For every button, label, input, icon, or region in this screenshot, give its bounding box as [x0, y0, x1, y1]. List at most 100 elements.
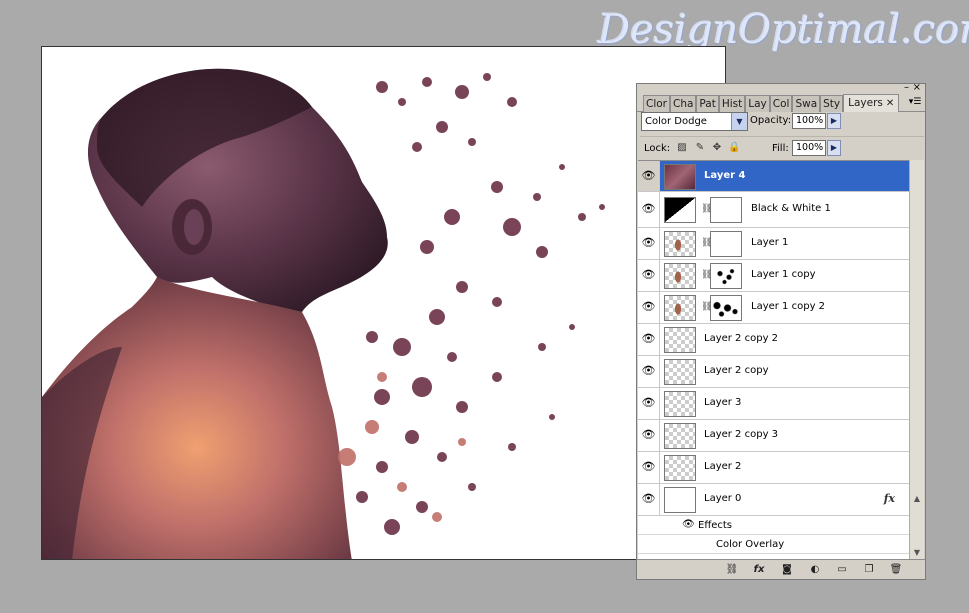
blend-row: Color Dodge ▼ Opacity: 100% ▶: [640, 112, 924, 134]
layer-row[interactable]: 👁 ⛓ Layer 1 copy 2: [638, 292, 909, 324]
layer-name: Layer 2: [704, 461, 742, 472]
layers-panel: – × Clor Cha Pat Hist Lay Col Swa Sty La…: [636, 82, 926, 580]
eye-icon[interactable]: 👁: [638, 292, 660, 323]
fill-label: Fill:: [772, 143, 789, 154]
eye-icon[interactable]: 👁: [638, 260, 660, 291]
panel-title-bar: – ×: [637, 82, 925, 94]
tab-paths[interactable]: Pat: [696, 95, 719, 112]
layer-row[interactable]: 👁 Layer 2 copy 3: [638, 420, 909, 452]
layer-row[interactable]: 👁 Layer 2 copy 2: [638, 324, 909, 356]
tab-close-icon[interactable]: ✕: [886, 98, 894, 109]
panel-tabs: Clor Cha Pat Hist Lay Col Swa Sty Layers…: [637, 94, 925, 112]
tab-layers[interactable]: Layers ✕: [843, 94, 900, 112]
trash-icon[interactable]: 🗑: [889, 563, 903, 577]
layers-bottom-bar: ⛓ fx ◙ ◐ ▭ ❐ 🗑: [637, 559, 925, 579]
tab-color-2[interactable]: Col: [769, 95, 793, 112]
eye-icon[interactable]: 👁: [638, 228, 660, 259]
add-layer-style-icon[interactable]: fx: [752, 563, 766, 577]
layer-thumbnail: [664, 423, 696, 449]
eye-icon[interactable]: 👁: [638, 452, 660, 483]
tab-layer-comps[interactable]: Lay: [745, 95, 770, 112]
opacity-slider-arrow-icon[interactable]: ▶: [827, 113, 841, 129]
eye-icon[interactable]: 👁: [638, 356, 660, 387]
lock-row: Lock: ▨ ✎ ✥ 🔒 Fill: 100% ▶: [640, 136, 924, 158]
layer-name: Layer 2 copy 2: [704, 333, 779, 344]
chevron-down-icon[interactable]: ▼: [731, 113, 747, 130]
layer-row[interactable]: 👁 Layer 3: [638, 388, 909, 420]
layer-thumbnail: [664, 231, 696, 257]
tab-color[interactable]: Clor: [643, 95, 670, 112]
layer-name: Layer 1: [751, 237, 789, 248]
eye-icon[interactable]: 👁: [638, 161, 660, 191]
layer-name: Layer 0: [704, 493, 742, 504]
layer-row[interactable]: 👁 Layer 0 fx: [638, 484, 909, 516]
eye-icon[interactable]: 👁: [638, 484, 660, 515]
panel-menu-icon[interactable]: ▾☰: [908, 97, 922, 107]
fx-icon[interactable]: fx: [884, 492, 895, 505]
link-layers-icon[interactable]: ⛓: [725, 563, 739, 577]
layer-mask-thumbnail[interactable]: [710, 295, 742, 321]
eye-icon[interactable]: 👁: [638, 388, 660, 419]
eye-icon[interactable]: 👁: [682, 519, 695, 530]
tab-channels[interactable]: Cha: [670, 95, 697, 112]
layer-row[interactable]: 👁 Layer 2 copy: [638, 356, 909, 388]
layer-name: Layer 2 copy 3: [704, 429, 779, 440]
eye-icon[interactable]: 👁: [638, 324, 660, 355]
layer-name: Layer 3: [704, 397, 742, 408]
layer-name: Layer 1 copy 2: [751, 301, 826, 312]
new-layer-icon[interactable]: ❐: [862, 563, 876, 577]
document-canvas[interactable]: [41, 46, 726, 560]
tab-swatches[interactable]: Swa: [792, 95, 821, 112]
lock-transparent-icon[interactable]: ▨: [676, 142, 688, 154]
layer-thumbnail: [664, 263, 696, 289]
portrait-artwork: [42, 68, 605, 559]
tab-history[interactable]: Hist: [718, 95, 746, 112]
layers-scrollbar[interactable]: ▲ ▼: [909, 160, 924, 560]
layer-name: Layer 4: [704, 170, 746, 181]
layer-mask-thumbnail[interactable]: [710, 197, 742, 223]
layer-row[interactable]: 👁 ⛓ Layer 1: [638, 228, 909, 260]
opacity-label: Opacity:: [750, 115, 792, 126]
layer-name: Black & White 1: [751, 203, 831, 214]
minimize-icon[interactable]: –: [904, 82, 909, 93]
layer-mask-thumbnail[interactable]: [710, 263, 742, 289]
scroll-up-icon[interactable]: ▲: [910, 492, 924, 506]
layer-thumbnail: [664, 295, 696, 321]
fill-field[interactable]: 100%: [792, 140, 826, 156]
fill-slider-arrow-icon[interactable]: ▶: [827, 140, 841, 156]
brush-icon[interactable]: ✎: [694, 142, 706, 154]
move-icon[interactable]: ✥: [711, 142, 723, 154]
layer-thumbnail: [664, 164, 696, 190]
layer-thumbnail: [664, 455, 696, 481]
eye-icon[interactable]: 👁: [638, 420, 660, 451]
layer-row[interactable]: 👁 Layer 2: [638, 452, 909, 484]
opacity-field[interactable]: 100%: [792, 113, 826, 129]
layer-thumbnail: [664, 359, 696, 385]
blend-mode-value: Color Dodge: [645, 116, 707, 127]
scroll-down-icon[interactable]: ▼: [910, 546, 924, 560]
effects-row[interactable]: 👁 Effects: [638, 516, 909, 535]
effect-item-row[interactable]: Color Overlay: [638, 535, 909, 554]
close-icon[interactable]: ×: [913, 82, 921, 93]
tab-styles[interactable]: Sty: [820, 95, 844, 112]
tab-layers-label: Layers: [848, 97, 883, 109]
layer-thumbnail: [664, 487, 696, 513]
new-group-icon[interactable]: ▭: [835, 563, 849, 577]
effect-item-label: Color Overlay: [716, 539, 785, 550]
lock-label: Lock:: [644, 143, 671, 154]
layer-row[interactable]: 👁 Layer 4: [638, 161, 909, 192]
lock-icon[interactable]: 🔒: [728, 142, 740, 154]
blend-mode-select[interactable]: Color Dodge ▼: [641, 112, 748, 131]
layer-row[interactable]: 👁 ⛓ Black & White 1: [638, 192, 909, 228]
layers-list: 👁 Layer 4 👁 ⛓ Black & White 1 👁 ⛓ Layer …: [638, 160, 909, 560]
layer-name: Layer 2 copy: [704, 365, 769, 376]
add-mask-icon[interactable]: ◙: [780, 563, 794, 577]
layer-thumbnail: [664, 327, 696, 353]
layer-mask-thumbnail[interactable]: [710, 231, 742, 257]
adjustment-thumbnail: [664, 197, 696, 223]
layer-name: Layer 1 copy: [751, 269, 816, 280]
eye-icon[interactable]: 👁: [638, 192, 660, 227]
layer-row[interactable]: 👁 ⛓ Layer 1 copy: [638, 260, 909, 292]
effects-label: Effects: [698, 520, 732, 531]
adjustment-layer-icon[interactable]: ◐: [808, 563, 822, 577]
